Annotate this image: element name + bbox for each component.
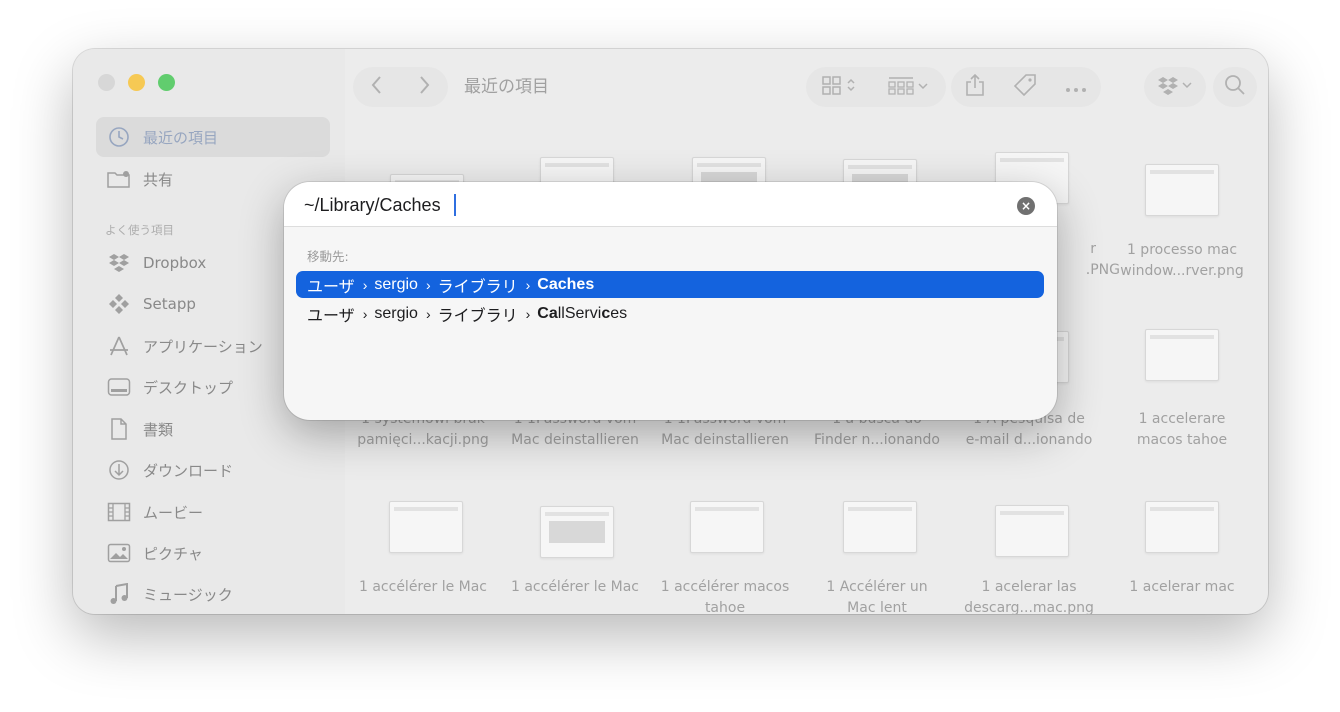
path-component: ライブラリ [437, 307, 518, 325]
suggestion-item[interactable]: ユーザ › sergio › ライブラリ › CallServices [296, 300, 1044, 327]
chevron-right-icon: › [525, 305, 531, 322]
path-component-text: llServi [557, 304, 602, 322]
path-input-row: × [284, 182, 1057, 227]
text-caret [454, 194, 456, 216]
chevron-right-icon: › [362, 276, 368, 293]
chevron-right-icon: › [525, 276, 531, 293]
path-component: sergio [374, 304, 418, 322]
path-component-text: es [610, 304, 628, 322]
go-to-folder-dialog: × 移動先: ユーザ › sergio › ライブラリ › Caches ユーザ… [284, 182, 1057, 420]
path-input[interactable] [304, 192, 1004, 218]
chevron-right-icon: › [425, 305, 431, 322]
clear-icon[interactable]: × [1017, 197, 1035, 215]
match-highlight: Ca [537, 304, 558, 322]
path-component: CallServices [537, 305, 627, 323]
suggestion-item[interactable]: ユーザ › sergio › ライブラリ › Caches [296, 271, 1044, 298]
path-component-match: Caches [537, 275, 595, 293]
path-component: ユーザ [307, 278, 355, 296]
path-component: ライブラリ [437, 278, 518, 296]
path-component: sergio [374, 275, 418, 293]
chevron-right-icon: › [362, 305, 368, 322]
match-highlight: c [601, 304, 611, 322]
path-component: ユーザ [307, 307, 355, 325]
chevron-right-icon: › [425, 276, 431, 293]
destination-heading: 移動先: [307, 249, 349, 264]
